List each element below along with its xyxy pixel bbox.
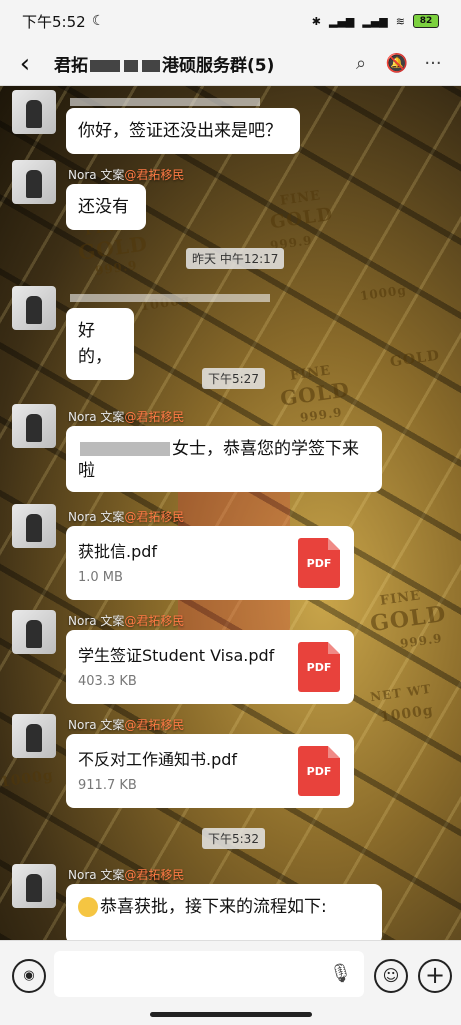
- bluetooth-icon: ✱: [311, 14, 321, 28]
- clock: 下午5:52: [22, 12, 86, 31]
- sender-org: @君拓移民: [124, 410, 185, 424]
- sender-org: @君拓移民: [124, 510, 185, 524]
- sender-name: Nora 文案@君拓移民: [68, 508, 184, 525]
- redaction: [142, 60, 160, 72]
- bg-text: 1000g: [379, 702, 435, 726]
- sender-name: Nora 文案@君拓移民: [68, 408, 184, 425]
- status-icons: ✱ ▂▄▆ ▂▄▆ ≋ 82: [312, 14, 439, 28]
- timestamp: 昨天 中午12:17: [186, 248, 285, 269]
- sender-name: Nora 文案@君拓移民: [68, 612, 184, 629]
- search-icon[interactable]: ⌕: [343, 53, 379, 74]
- sender-org: @君拓移民: [124, 168, 185, 182]
- redaction: [90, 60, 120, 72]
- sender-label: Nora 文案: [68, 868, 125, 882]
- bg-text: 999.9: [299, 405, 344, 425]
- file-message[interactable]: 不反对工作通知书.pdf 911.7 KB PDF: [66, 734, 354, 808]
- avatar[interactable]: [12, 286, 56, 330]
- message-line: 女士，恭喜您的学签下来: [78, 436, 370, 462]
- avatar[interactable]: [12, 714, 56, 758]
- back-button[interactable]: ‹: [10, 49, 40, 79]
- wifi-icon: ≋: [395, 14, 405, 28]
- avatar[interactable]: [12, 610, 56, 654]
- bg-text: 1000g: [0, 767, 55, 791]
- sender-label: Nora 文案: [68, 510, 125, 524]
- sender-name: Nora 文案@君拓移民: [68, 866, 184, 883]
- moon-icon: ☾: [92, 13, 105, 29]
- bg-text: 999.9: [399, 631, 444, 651]
- party-emoji-icon: [78, 897, 98, 917]
- pdf-file-icon: PDF: [298, 642, 340, 692]
- pdf-file-icon: PDF: [298, 538, 340, 588]
- redaction: [80, 442, 170, 456]
- battery-icon: 82: [413, 14, 439, 28]
- redaction: [70, 293, 270, 302]
- signal-icon-2: ▂▄▆: [362, 14, 388, 28]
- bg-text: GOLD: [389, 347, 442, 371]
- avatar[interactable]: [12, 160, 56, 204]
- avatar[interactable]: [12, 864, 56, 908]
- voice-icon[interactable]: ◉: [12, 959, 46, 993]
- sender-label: Nora 文案: [68, 168, 125, 182]
- message-text: 恭喜获批，接下来的流程如下:: [100, 897, 327, 917]
- chat-title: 君拓 港硕服务群(5): [40, 51, 343, 76]
- mic-icon[interactable]: 🎙: [329, 963, 352, 984]
- pdf-file-icon: PDF: [298, 746, 340, 796]
- more-button[interactable]: ···: [415, 53, 451, 74]
- file-message[interactable]: 获批信.pdf 1.0 MB PDF: [66, 526, 354, 600]
- plus-icon[interactable]: +: [418, 959, 452, 993]
- message-bubble[interactable]: 好的，: [66, 308, 134, 380]
- sender-label: Nora 文案: [68, 614, 125, 628]
- sender-org: @君拓移民: [124, 718, 185, 732]
- bg-text: 1000g: [359, 282, 408, 304]
- sender-label: Nora 文案: [68, 410, 125, 424]
- sender-label: Nora 文案: [68, 718, 125, 732]
- sender-name: Nora 文案@君拓移民: [68, 716, 184, 733]
- message-bubble[interactable]: 女士，恭喜您的学签下来 啦: [66, 426, 382, 492]
- redaction: [70, 97, 260, 106]
- sender-name-redacted: [68, 290, 272, 304]
- avatar[interactable]: [12, 90, 56, 134]
- sender-name-redacted: [68, 94, 262, 108]
- sender-name: Nora 文案@君拓移民: [68, 166, 184, 183]
- chat-title-end: 港硕服务群(5): [162, 56, 275, 76]
- emoji-icon[interactable]: ☺: [374, 959, 408, 993]
- chat-title-start: 君拓: [54, 56, 88, 76]
- bg-text: NET WT: [369, 681, 433, 705]
- avatar[interactable]: [12, 504, 56, 548]
- message-bubble[interactable]: 恭喜获批，接下来的流程如下:: [66, 884, 382, 940]
- timestamp: 下午5:27: [202, 368, 265, 389]
- home-indicator: [150, 1012, 312, 1017]
- signal-icon: ▂▄▆: [329, 14, 355, 28]
- file-message[interactable]: 学生签证Student Visa.pdf 403.3 KB PDF: [66, 630, 354, 704]
- sender-org: @君拓移民: [124, 868, 185, 882]
- status-bar: 下午5:52 ☾ ✱ ▂▄▆ ▂▄▆ ≋ 82: [0, 0, 461, 42]
- bg-text: GOLD: [268, 203, 335, 234]
- chat-header: ‹ 君拓 港硕服务群(5) ⌕ 🔕 ···: [0, 42, 461, 86]
- message-bubble[interactable]: 你好，签证还没出来是吧？: [66, 108, 300, 154]
- chat-area[interactable]: FINE GOLD FINE GOLD 999.9 999.9 1000g FI…: [0, 86, 461, 940]
- sender-org: @君拓移民: [124, 614, 185, 628]
- avatar[interactable]: [12, 404, 56, 448]
- bell-off-icon[interactable]: 🔕: [379, 53, 415, 74]
- timestamp: 下午5:32: [202, 828, 265, 849]
- message-text: 女士，恭喜您的学签下来: [172, 439, 359, 459]
- message-bubble[interactable]: 还没有: [66, 184, 146, 230]
- redaction: [124, 60, 138, 72]
- message-input[interactable]: 🎙: [54, 951, 364, 997]
